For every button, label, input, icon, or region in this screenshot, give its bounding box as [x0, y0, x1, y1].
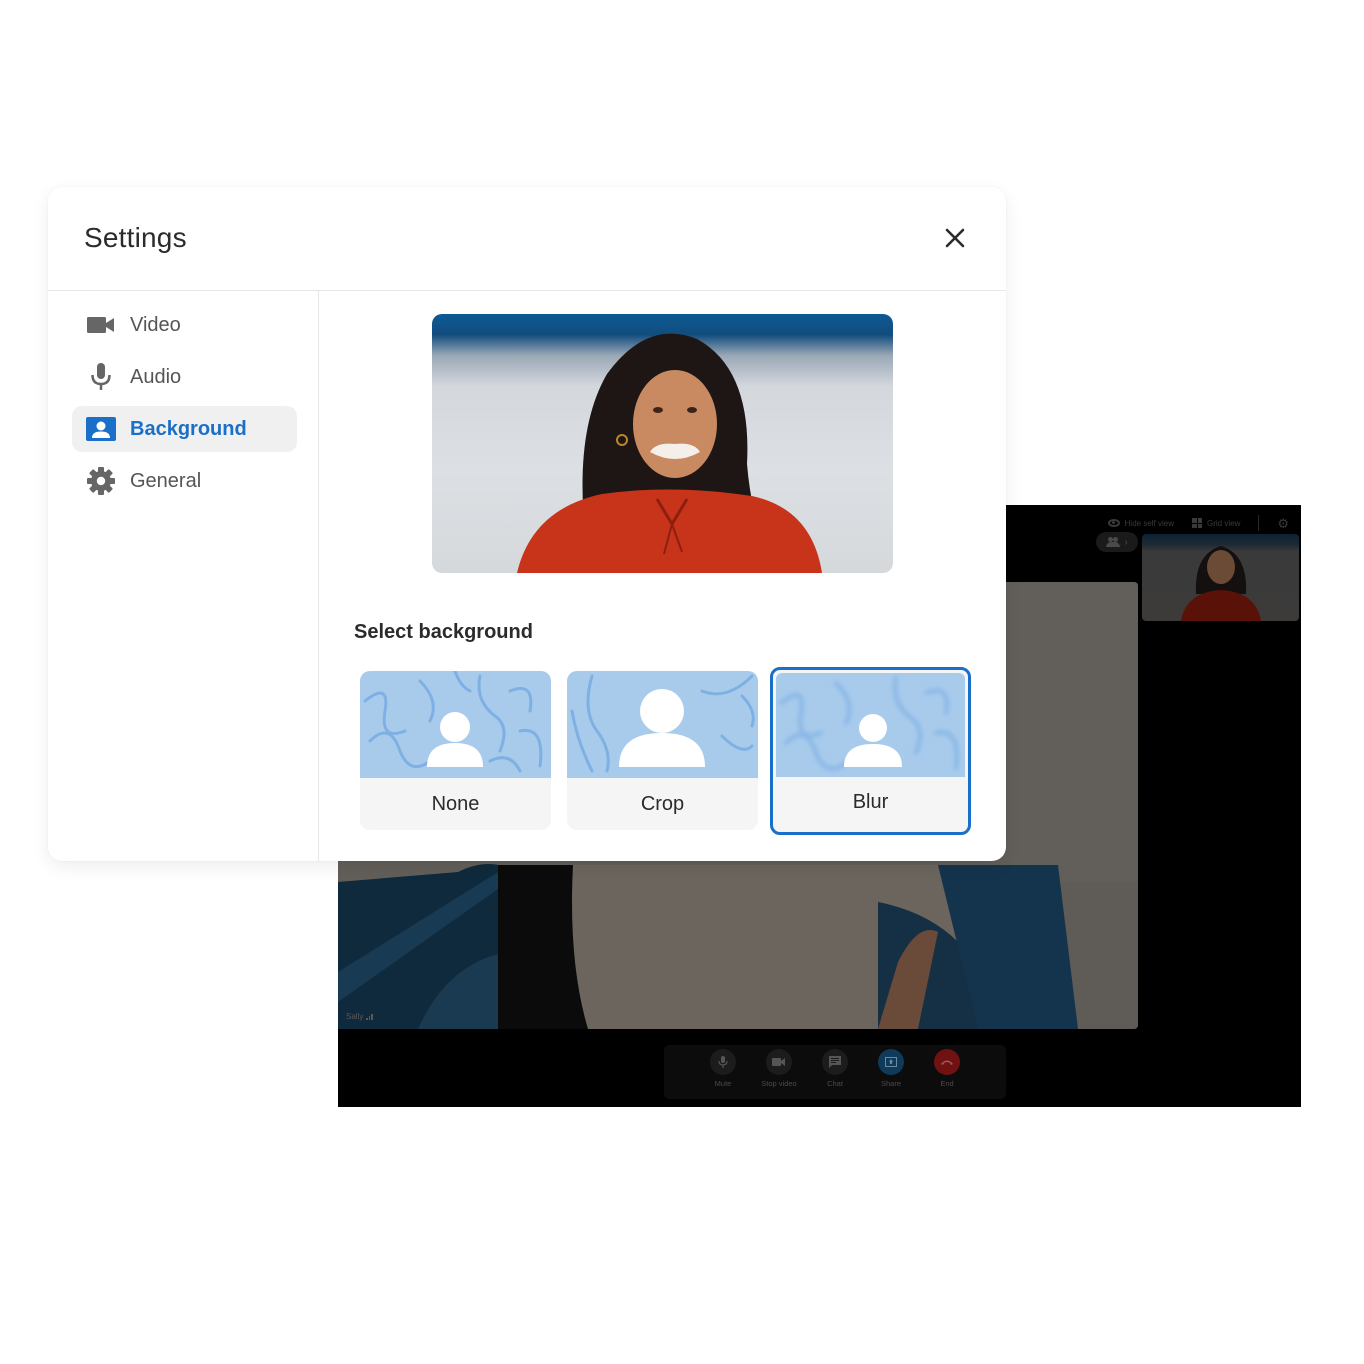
camera-preview: [432, 314, 893, 573]
background-settings-panel: Select background None Crop Blur: [319, 291, 1006, 861]
sidebar-item-audio[interactable]: Audio: [72, 354, 297, 400]
chat-button[interactable]: Chat: [817, 1049, 853, 1099]
background-thumbnail: [776, 673, 965, 777]
background-option-label: Blur: [852, 790, 889, 813]
mute-label: Mute: [714, 1079, 732, 1088]
sidebar-item-label: General: [130, 469, 202, 492]
end-call-button[interactable]: End: [929, 1049, 965, 1099]
background-option-label: Crop: [640, 792, 685, 815]
background-option-label: None: [431, 792, 480, 815]
stop-video-button[interactable]: Stop video: [761, 1049, 797, 1099]
grid-icon: [1192, 518, 1202, 528]
meeting-settings-gear-icon[interactable]: ⚙: [1277, 517, 1289, 530]
end-label: End: [940, 1079, 954, 1088]
participant-name-label: Sally: [346, 1012, 373, 1021]
chat-label: Chat: [827, 1079, 843, 1088]
background-thumbnail: [567, 671, 758, 778]
camera-preview-person: [517, 333, 822, 573]
settings-sidebar: Video Audio Background General: [48, 291, 319, 861]
participants-button[interactable]: ›: [1096, 532, 1138, 552]
meeting-topbar: Hide self view Grid view ⚙: [1107, 511, 1289, 535]
gear-icon: [86, 466, 116, 496]
signal-strength-icon: [366, 1013, 373, 1020]
mute-button[interactable]: Mute: [705, 1049, 741, 1099]
dialog-title: Settings: [84, 222, 187, 253]
background-option-none[interactable]: None: [360, 671, 551, 830]
settings-dialog: Settings Video Audio Background General …: [48, 187, 1006, 861]
sidebar-item-label: Background: [130, 417, 247, 440]
self-view-person: [1180, 546, 1261, 621]
person-portrait-icon: [86, 414, 116, 444]
stop-video-label: Stop video: [761, 1079, 797, 1088]
grid-view-button[interactable]: Grid view: [1192, 518, 1240, 528]
select-background-heading: Select background: [354, 621, 533, 643]
sidebar-item-background[interactable]: Background: [72, 406, 297, 452]
microphone-icon: [86, 362, 116, 392]
eye-icon: [1107, 519, 1120, 527]
sidebar-item-video[interactable]: Video: [72, 302, 297, 348]
share-screen-icon: [885, 1057, 897, 1067]
background-thumbnail: [360, 671, 551, 778]
share-button[interactable]: Share: [873, 1049, 909, 1099]
end-call-icon: [941, 1060, 953, 1065]
sidebar-item-label: Audio: [130, 365, 182, 388]
self-view-video: [1142, 534, 1299, 621]
share-label: Share: [880, 1079, 901, 1088]
people-icon: [1106, 537, 1121, 547]
chevron-right-icon: ›: [1124, 536, 1128, 548]
sidebar-item-label: Video: [130, 313, 181, 336]
sidebar-item-general[interactable]: General: [72, 458, 297, 504]
chat-icon: [829, 1056, 841, 1068]
topbar-divider: [1258, 515, 1260, 531]
call-controls-bar: Mute Stop video Chat Share End: [664, 1045, 1006, 1099]
hide-self-view-button[interactable]: Hide self view: [1107, 518, 1174, 528]
video-camera-icon: [772, 1058, 785, 1066]
participant-name: Sally: [346, 1012, 364, 1021]
dialog-header: Settings: [48, 187, 1006, 291]
hide-self-view-label: Hide self view: [1124, 518, 1174, 528]
background-option-blur[interactable]: Blur: [770, 667, 971, 835]
video-camera-icon: [86, 310, 116, 340]
close-icon: [945, 228, 965, 248]
microphone-icon: [718, 1056, 728, 1068]
background-option-crop[interactable]: Crop: [567, 671, 758, 830]
grid-view-label: Grid view: [1207, 518, 1241, 528]
close-button[interactable]: [940, 223, 970, 253]
